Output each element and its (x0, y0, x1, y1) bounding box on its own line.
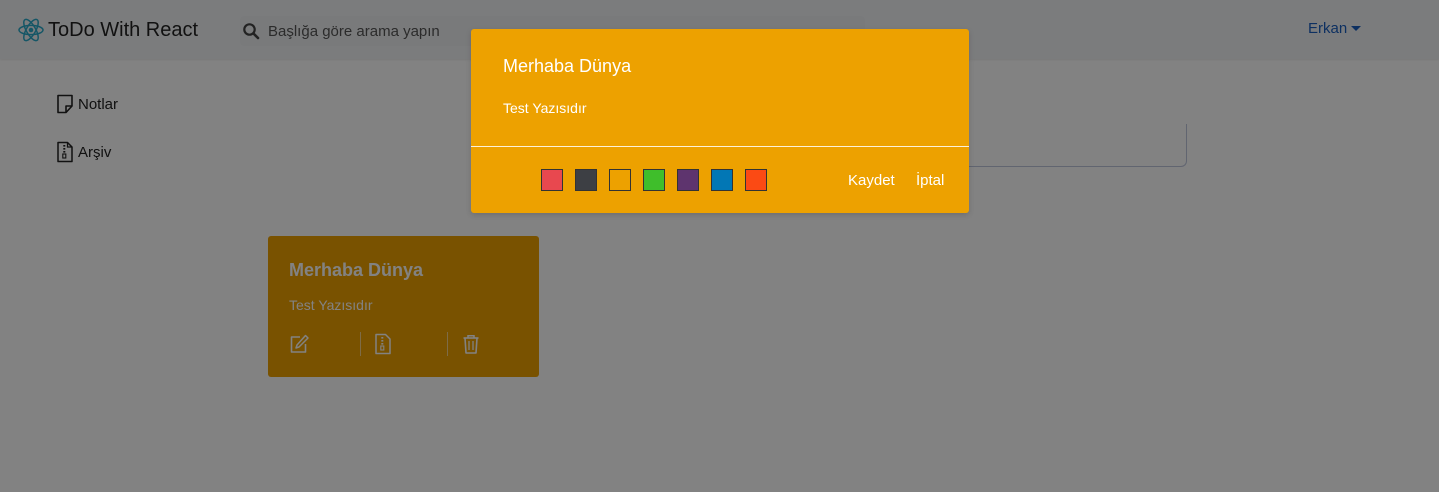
color-swatch-red[interactable] (541, 169, 563, 191)
save-button[interactable]: Kaydet (848, 172, 895, 189)
color-swatch-orange-red[interactable] (745, 169, 767, 191)
page: ToDo With React Erkan Notlar (0, 0, 1439, 492)
edit-note-modal: Merhaba Dünya Test Yazısıdır Kaydet İpta… (471, 29, 969, 213)
color-swatch-green[interactable] (643, 169, 665, 191)
color-swatch-orange[interactable] (609, 169, 631, 191)
cancel-button[interactable]: İptal (916, 172, 944, 189)
modal-note-title[interactable]: Merhaba Dünya (503, 56, 631, 77)
modal-divider (471, 146, 969, 147)
color-swatch-blue[interactable] (711, 169, 733, 191)
color-swatch-purple[interactable] (677, 169, 699, 191)
color-swatch-dark[interactable] (575, 169, 597, 191)
modal-note-body[interactable]: Test Yazısıdır (503, 100, 587, 116)
